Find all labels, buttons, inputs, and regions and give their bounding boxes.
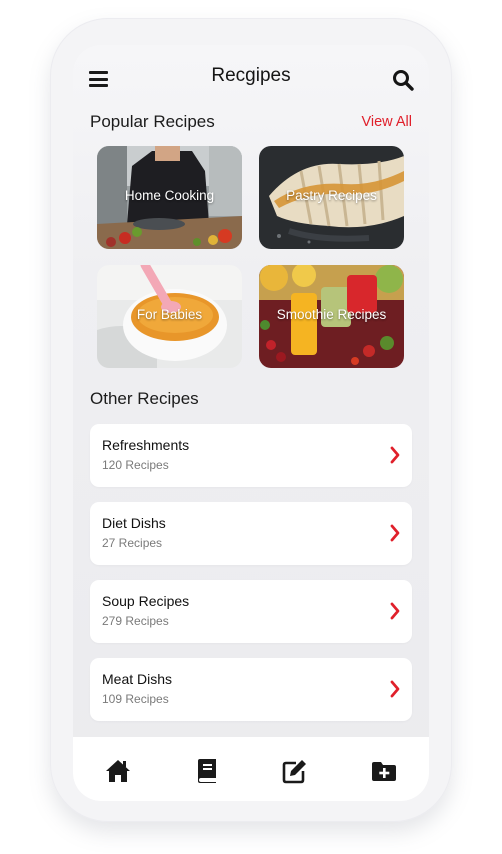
item-name: Refreshments: [102, 437, 190, 453]
item-count: 279 Recipes: [102, 614, 169, 628]
item-count: 109 Recipes: [102, 692, 169, 706]
recipe-card-smoothie[interactable]: Smoothie Recipes: [259, 265, 404, 368]
popular-section-title: Popular Recipes: [90, 112, 215, 131]
item-name: Soup Recipes: [102, 593, 190, 609]
page-title: Recgipes: [211, 65, 291, 86]
card-label: For Babies: [136, 307, 203, 322]
bottom-nav: [73, 737, 429, 801]
card-label: Home Cooking: [124, 188, 215, 203]
view-all-link[interactable]: View All: [361, 114, 412, 130]
chevron-right-icon: [390, 524, 400, 542]
home-icon[interactable]: [105, 758, 131, 784]
edit-icon[interactable]: [282, 758, 308, 784]
card-label: Smoothie Recipes: [276, 307, 387, 322]
search-icon[interactable]: [392, 69, 414, 91]
recipe-card-for-babies[interactable]: For Babies: [97, 265, 242, 368]
item-count: 27 Recipes: [102, 536, 163, 550]
list-item-soup-recipes[interactable]: Soup Recipes 279 Recipes: [90, 580, 412, 643]
item-count: 120 Recipes: [102, 458, 169, 472]
item-name: Meat Dishs: [102, 671, 173, 687]
top-bar: Recgipes: [73, 45, 429, 109]
item-name: Diet Dishs: [102, 515, 166, 531]
chevron-right-icon: [390, 680, 400, 698]
list-item-refreshments[interactable]: Refreshments 120 Recipes: [90, 424, 412, 487]
chevron-right-icon: [390, 602, 400, 620]
recipe-card-home-cooking[interactable]: Home Cooking: [97, 146, 242, 249]
list-item-meat-dishs[interactable]: Meat Dishs 109 Recipes: [90, 658, 412, 721]
chevron-right-icon: [390, 446, 400, 464]
app-screen: Recgipes Popular Recipes View All Home C…: [73, 45, 429, 801]
book-icon[interactable]: [194, 758, 220, 784]
list-item-diet-dishs[interactable]: Diet Dishs 27 Recipes: [90, 502, 412, 565]
card-label: Pastry Recipes: [286, 188, 377, 203]
other-section-title: Other Recipes: [90, 389, 199, 408]
recipe-card-pastry[interactable]: Pastry Recipes: [259, 146, 404, 249]
folder-add-icon[interactable]: [371, 758, 397, 784]
